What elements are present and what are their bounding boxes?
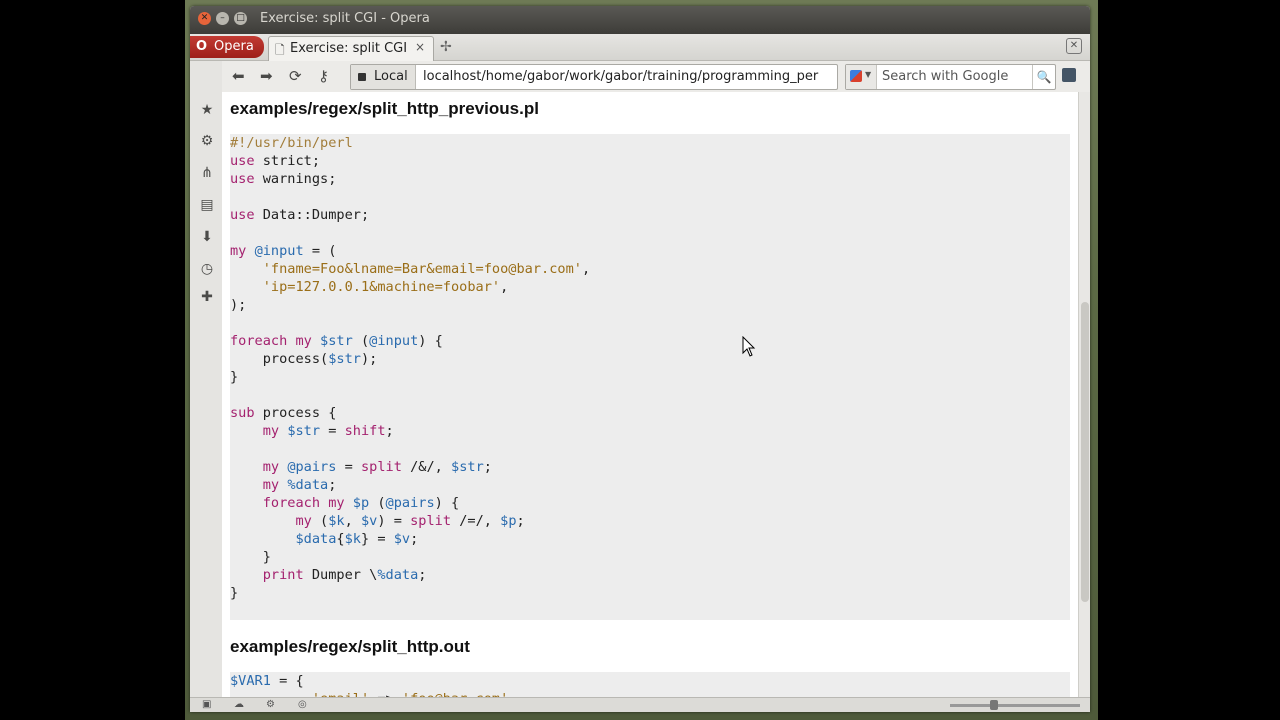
window-close-button[interactable]: ✕ <box>198 12 211 25</box>
local-badge-label: Local <box>374 69 408 84</box>
url-text[interactable]: localhost/home/gabor/work/gabor/training… <box>423 69 833 84</box>
downloads-icon[interactable]: ⬇ <box>199 229 215 245</box>
opera-logo-icon: O <box>196 39 208 54</box>
browser-window: ✕ – □ Exercise: split CGI - Opera O Oper… <box>190 6 1090 712</box>
address-toolbar: ⬅ ➡ ⟳ ⚷ Local localhost/home/gabor/work/… <box>222 61 1090 93</box>
unite-icon[interactable]: ⋔ <box>199 165 215 181</box>
speed-dial-icon[interactable]: ◎ <box>298 699 307 710</box>
vertical-scrollbar[interactable] <box>1078 92 1090 697</box>
tab-exercise-split-cgi[interactable]: 🗋 Exercise: split CGI × <box>268 36 434 61</box>
closed-tabs-icon[interactable]: ✕ <box>1066 38 1082 54</box>
file1-title: examples/regex/split_http_previous.pl <box>230 99 539 118</box>
zoom-slider-handle[interactable] <box>990 700 998 710</box>
perl-source: #!/usr/bin/perl use strict; use warnings… <box>230 135 591 601</box>
local-file-icon <box>358 73 366 81</box>
add-panel-icon[interactable]: ✚ <box>199 289 215 305</box>
extension-icon[interactable] <box>1062 68 1076 82</box>
cloud-icon[interactable]: ☁ <box>234 699 244 710</box>
search-icon[interactable]: 🔍 <box>1032 65 1055 89</box>
output-source: $VAR1 = { 'email' => 'foo@bar.com', <box>230 673 516 697</box>
tab-close-icon[interactable]: × <box>415 40 425 54</box>
turbo-icon[interactable]: ⚙ <box>266 699 275 710</box>
gear-icon[interactable]: ⚙ <box>199 133 215 149</box>
search-field[interactable]: ▼ Search with Google 🔍 <box>845 64 1056 90</box>
wand-key-icon[interactable]: ⚷ <box>318 67 329 85</box>
status-bar: ▣ ☁ ⚙ ◎ <box>190 697 1090 712</box>
search-placeholder: Search with Google <box>882 69 1009 84</box>
title-bar[interactable]: ✕ – □ Exercise: split CGI - Opera <box>190 6 1090 34</box>
reload-button[interactable]: ⟳ <box>289 67 302 85</box>
search-engine-selector[interactable]: ▼ <box>846 65 877 89</box>
code-block-perl: #!/usr/bin/perl use strict; use warnings… <box>230 134 1070 620</box>
opera-menu-button[interactable]: O Opera <box>190 36 264 58</box>
local-badge[interactable]: Local <box>351 65 416 89</box>
new-tab-icon[interactable]: ✢ <box>440 39 452 55</box>
code-block-output: $VAR1 = { 'email' => 'foo@bar.com', <box>230 672 1070 697</box>
tab-label: Exercise: split CGI <box>290 41 408 56</box>
tab-bar: O Opera 🗋 Exercise: split CGI × ✢ ✕ <box>190 34 1090 61</box>
address-field[interactable]: Local localhost/home/gabor/work/gabor/tr… <box>350 64 838 90</box>
opera-menu-label: Opera <box>214 39 254 54</box>
notes-icon[interactable]: ▤ <box>199 197 215 213</box>
back-button[interactable]: ⬅ <box>232 67 245 85</box>
page-icon: 🗋 <box>275 43 285 57</box>
window-maximize-button[interactable]: □ <box>234 12 247 25</box>
google-icon <box>850 70 862 82</box>
file2-title: examples/regex/split_http.out <box>230 637 470 656</box>
page-content: examples/regex/split_http_previous.pl #!… <box>222 92 1078 697</box>
zoom-slider[interactable] <box>950 700 1080 710</box>
mouse-cursor-icon <box>742 336 756 357</box>
chevron-down-icon: ▼ <box>865 70 872 79</box>
window-title: Exercise: split CGI - Opera <box>260 11 430 26</box>
window-minimize-button[interactable]: – <box>216 12 229 25</box>
history-icon[interactable]: ◷ <box>199 261 215 277</box>
panel-toggle-icon[interactable]: ▣ <box>202 699 211 710</box>
scrollbar-thumb[interactable] <box>1081 302 1089 602</box>
sidebar-panel: ★ ⚙ ⋔ ▤ ⬇ ◷ ✚ <box>190 61 223 697</box>
forward-button[interactable]: ➡ <box>260 67 273 85</box>
bookmarks-star-icon[interactable]: ★ <box>199 102 215 118</box>
